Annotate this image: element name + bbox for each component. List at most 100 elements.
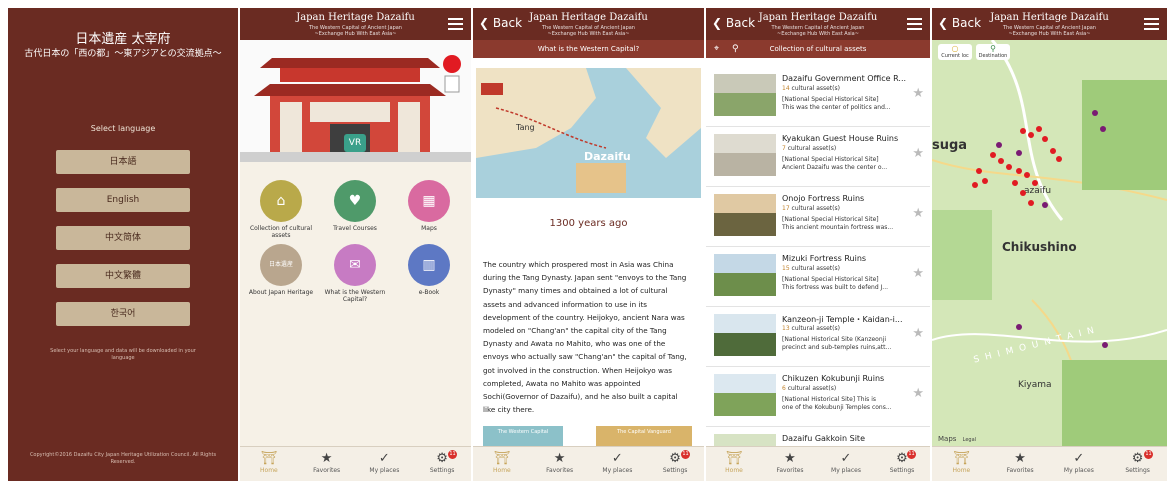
tab-favorites[interactable]: ★ Favorites: [762, 447, 818, 481]
asset-thumbnail: [714, 254, 776, 296]
map-pin-icon[interactable]: ⚲: [732, 40, 739, 58]
destination-chip[interactable]: ⚲ Destination: [976, 44, 1010, 60]
map-marker[interactable]: [1020, 190, 1026, 196]
tab-settings[interactable]: ⚙ 11 Settings: [1108, 447, 1167, 481]
map-view[interactable]: ○ Current loc ⚲ Destination suga azaifu Ch…: [932, 40, 1167, 447]
list-item[interactable]: Dazaifu Gakkoin Site: [706, 426, 930, 447]
location-pin-icon[interactable]: ⌖: [714, 40, 719, 58]
map-marker[interactable]: [1092, 110, 1098, 116]
map-marker[interactable]: [1056, 156, 1062, 162]
tab-my-places[interactable]: ✓ My places: [1050, 447, 1109, 481]
tab-favorites[interactable]: ★ Favorites: [298, 447, 356, 481]
asset-designation: [National Special Historical Site]: [782, 96, 879, 103]
current-location-chip[interactable]: ○ Current loc: [938, 44, 972, 60]
western-capital-screen: ❮ Back Japan Heritage Dazaifu The Wester…: [473, 8, 704, 481]
language-button-traditional-chinese[interactable]: 中文繁體: [56, 264, 190, 288]
tab-home[interactable]: ⛩ Home: [240, 447, 298, 481]
list-item[interactable]: Mizuki Fortress Ruins 15 cultural asset(s…: [706, 246, 930, 307]
map-label-dazaifu: Dazaifu: [584, 150, 631, 163]
favorite-star-icon[interactable]: ★: [912, 146, 924, 161]
tab-label: My places: [831, 467, 861, 474]
language-button-simplified-chinese[interactable]: 中文简体: [56, 226, 190, 250]
favorite-star-icon[interactable]: ★: [912, 206, 924, 221]
favorite-star-icon[interactable]: ★: [912, 326, 924, 341]
map-marker[interactable]: [998, 158, 1004, 164]
legal-link[interactable]: Legal: [963, 437, 976, 443]
asset-description: precinct and sub-temples ruins,att...: [782, 344, 892, 351]
list-item[interactable]: Onojo Fortress Ruins 17 cultural asset(s)…: [706, 186, 930, 247]
map-marker[interactable]: [1100, 126, 1106, 132]
map-marker[interactable]: [996, 142, 1002, 148]
location-circle-icon: ○: [951, 44, 959, 53]
map-marker[interactable]: [1012, 180, 1018, 186]
map-marker[interactable]: [1020, 128, 1026, 134]
ebook-button[interactable]: ▥ e-Book: [394, 244, 464, 296]
travel-courses-button[interactable]: ♥ Travel Courses: [320, 180, 390, 232]
asset-count-suffix: cultural asset(s): [785, 385, 837, 392]
thumbnail-capital-vanguard[interactable]: The Capital Vanguard: [596, 426, 692, 448]
tab-favorites[interactable]: ★ Favorites: [531, 447, 589, 481]
list-item[interactable]: Dazaifu Government Office R... 14 cultura…: [706, 66, 930, 127]
map-marker[interactable]: [1016, 168, 1022, 174]
asset-count: 13 cultural asset(s): [782, 325, 840, 332]
collection-of-cultural-assets-button[interactable]: ⌂ Collection of cultural assets: [246, 180, 316, 239]
tab-home[interactable]: ⛩ Home: [932, 447, 991, 481]
language-button-english[interactable]: English: [56, 188, 190, 212]
map-marker[interactable]: [1042, 136, 1048, 142]
map-marker[interactable]: [1016, 150, 1022, 156]
map-illustration-icon: Tang Dazaifu: [476, 68, 701, 198]
language-button-korean[interactable]: 한국어: [56, 302, 190, 326]
tab-my-places[interactable]: ✓ My places: [818, 447, 874, 481]
tab-bar: ⛩ Home ★ Favorites ✓ My places ⚙ 11 Settings: [706, 446, 930, 481]
list-item[interactable]: Chikuzen Kokubunji Ruins 6 cultural asset…: [706, 366, 930, 427]
icon-label: Maps: [421, 225, 437, 232]
hamburger-menu-icon[interactable]: [907, 18, 922, 30]
vr-button[interactable]: VR: [344, 134, 366, 152]
app-header: ❮ Back Japan Heritage Dazaifu The Wester…: [473, 8, 704, 40]
tab-home[interactable]: ⛩ Home: [706, 447, 762, 481]
map-screen: ❮ Back Japan Heritage Dazaifu The Wester…: [932, 8, 1167, 481]
map-marker[interactable]: [972, 182, 978, 188]
tab-settings[interactable]: ⚙ 11 Settings: [646, 447, 704, 481]
map-marker[interactable]: [1032, 180, 1038, 186]
tab-my-places[interactable]: ✓ My places: [589, 447, 647, 481]
thumbnail-western-capital[interactable]: The Western Capital: [483, 426, 563, 448]
map-marker[interactable]: [1016, 324, 1022, 330]
favorite-star-icon[interactable]: ★: [912, 86, 924, 101]
icon-label: Collection of cultural assets: [249, 225, 312, 239]
header-title: Japan Heritage Dazaifu: [529, 12, 648, 23]
map-marker[interactable]: [1028, 200, 1034, 206]
favorite-star-icon[interactable]: ★: [912, 266, 924, 281]
maps-button[interactable]: ▦ Maps: [394, 180, 464, 232]
tab-home[interactable]: ⛩ Home: [473, 447, 531, 481]
tab-label: Favorites: [776, 467, 804, 474]
hamburger-menu-icon[interactable]: [448, 18, 463, 30]
hamburger-menu-icon[interactable]: [1144, 18, 1159, 30]
checkmark-icon: ✓: [1073, 451, 1085, 466]
tab-settings[interactable]: ⚙ 11 Settings: [413, 447, 471, 481]
map-marker[interactable]: [1006, 164, 1012, 170]
map-marker[interactable]: [990, 152, 996, 158]
about-japan-heritage-button[interactable]: 日本遺産 About Japan Heritage: [246, 244, 316, 296]
related-thumbnails: The Western Capital The Capital Vanguard: [483, 426, 692, 448]
tab-my-places[interactable]: ✓ My places: [356, 447, 414, 481]
list-item[interactable]: Kyakukan Guest House Ruins 7 cultural ass…: [706, 126, 930, 187]
favorite-star-icon[interactable]: ★: [912, 386, 924, 401]
map-marker[interactable]: [1024, 172, 1030, 178]
page-title: What is the Western Capital?: [473, 40, 704, 58]
asset-count: 15 cultural asset(s): [782, 265, 840, 272]
map-marker[interactable]: [1050, 148, 1056, 154]
header-subtitle: The Western Capital of Ancient Japan ~Exc…: [240, 25, 471, 37]
map-marker[interactable]: [1102, 342, 1108, 348]
map-marker[interactable]: [1042, 202, 1048, 208]
map-marker[interactable]: [982, 178, 988, 184]
tab-settings[interactable]: ⚙ 11 Settings: [874, 447, 930, 481]
map-marker[interactable]: [1036, 126, 1042, 132]
list-item[interactable]: Kanzeon-ji Temple・Kaidan-i... 13 cultural…: [706, 306, 930, 367]
map-marker[interactable]: [976, 168, 982, 174]
language-button-japanese[interactable]: 日本語: [56, 150, 190, 174]
map-marker[interactable]: [1028, 132, 1034, 138]
cultural-assets-list: Dazaifu Government Office R... 14 cultura…: [706, 66, 930, 447]
western-capital-button[interactable]: ✉ What is the Western Capital?: [320, 244, 390, 303]
tab-favorites[interactable]: ★ Favorites: [991, 447, 1050, 481]
